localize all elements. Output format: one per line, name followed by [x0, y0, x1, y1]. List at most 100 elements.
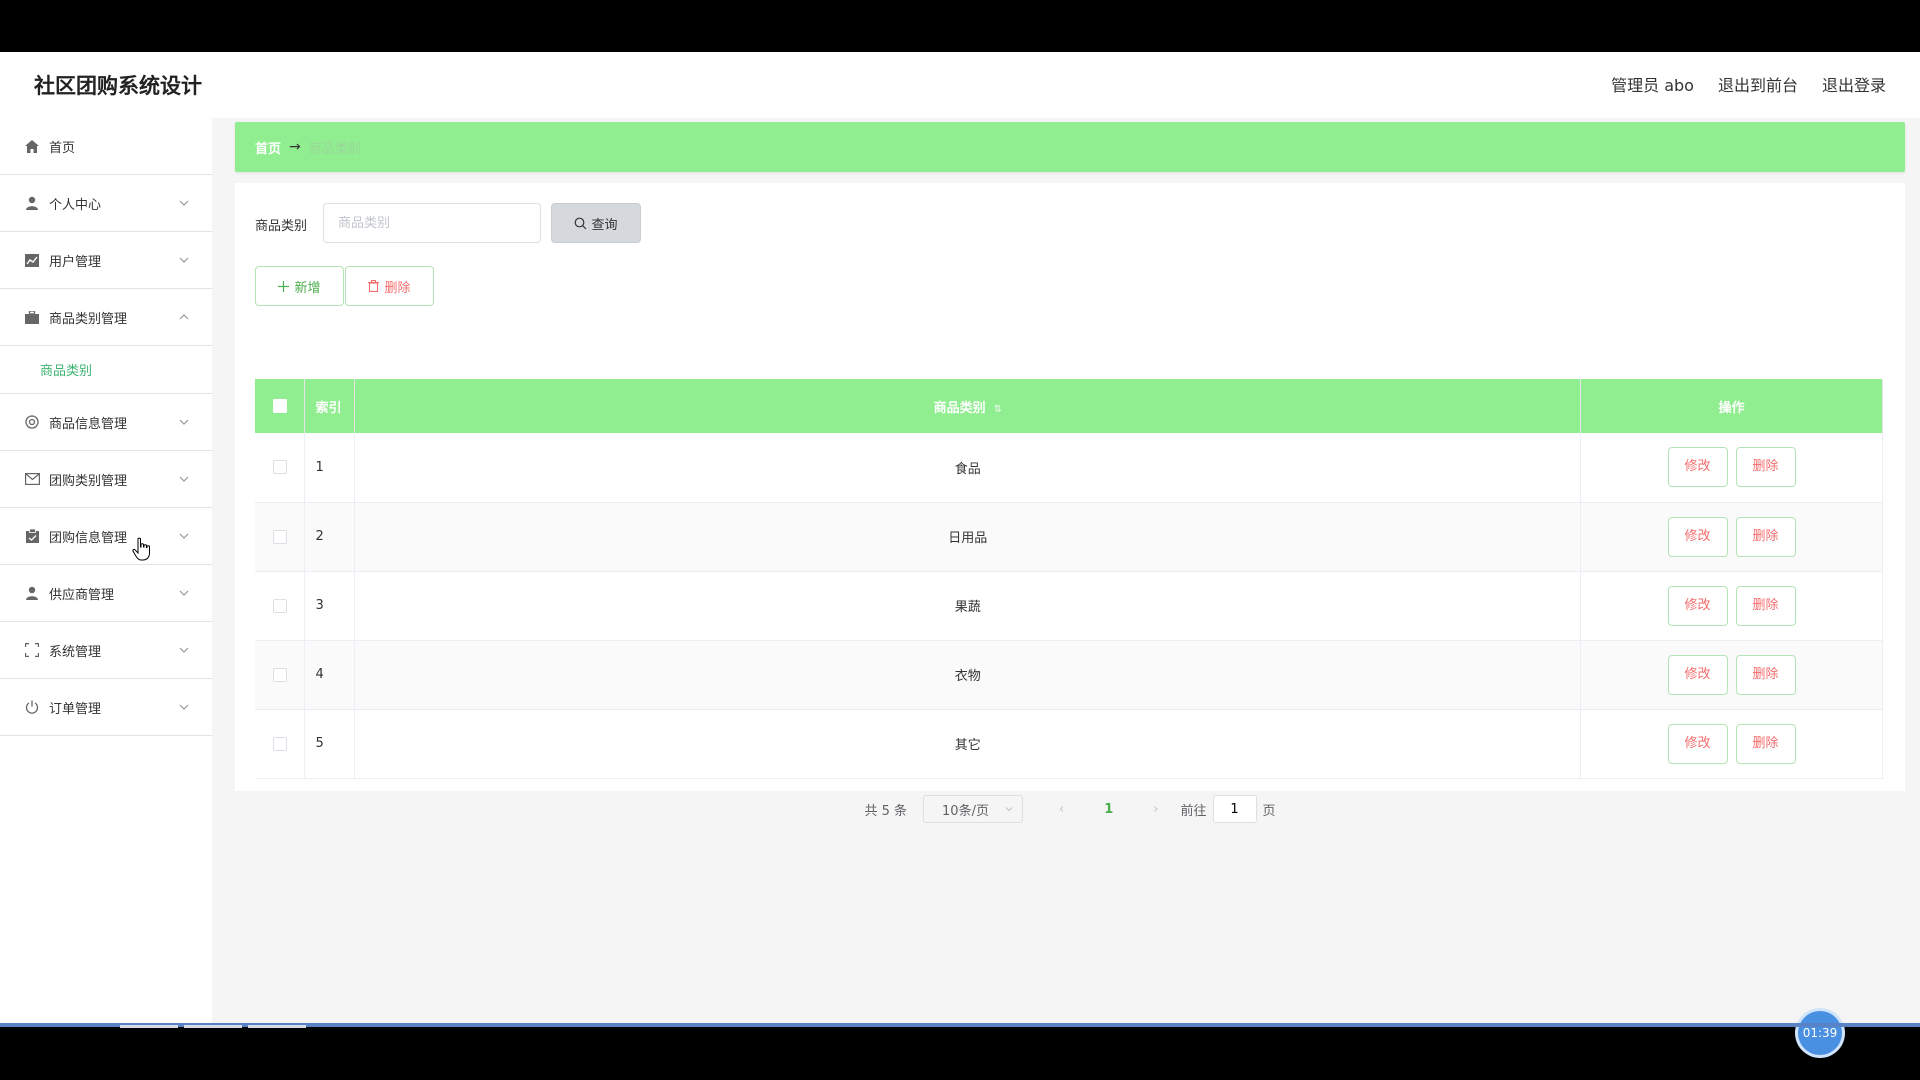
- top-header: 社区团购系统设计 管理员 abo 退出到前台 退出登录: [0, 52, 1920, 118]
- delete-button[interactable]: 删除: [1735, 585, 1796, 626]
- sidebar-item-label: 供应商管理: [49, 587, 115, 603]
- sidebar-item-orders[interactable]: 订单管理: [0, 679, 212, 736]
- row-checkbox[interactable]: [272, 667, 287, 682]
- category-table: 索引 商品类别 ⇅ 操作 1 食品 修改 删除 2 日用品 修改 删除 3 果蔬…: [255, 379, 1883, 779]
- chevron-down-icon: [179, 704, 189, 710]
- trash-icon: [368, 280, 380, 292]
- row-actions: 修改 删除: [1580, 502, 1883, 572]
- search-icon: [575, 217, 587, 229]
- edit-button[interactable]: 修改: [1667, 516, 1728, 557]
- sidebar-item-system[interactable]: 系统管理: [0, 622, 212, 679]
- column-header-category-label: 商品类别: [933, 400, 986, 416]
- edit-button[interactable]: 修改: [1667, 447, 1728, 488]
- sidebar-item-product-info[interactable]: 商品信息管理: [0, 394, 212, 451]
- delete-button[interactable]: 删除: [1735, 654, 1796, 695]
- next-page-button[interactable]: ›: [1153, 802, 1158, 817]
- row-checkbox[interactable]: [272, 736, 287, 751]
- table-row: 3 果蔬 修改 删除: [255, 571, 1883, 641]
- mail-icon: [24, 471, 40, 487]
- table-header-row: 索引 商品类别 ⇅ 操作: [255, 379, 1883, 433]
- sidebar-subitem-category[interactable]: 商品类别: [0, 346, 212, 394]
- breadcrumb: 首页 → 商品类别: [235, 122, 1905, 172]
- main-panel: 商品类别 查询 新增 删除 索引 商品类别 ⇅: [235, 183, 1905, 823]
- hand-cursor-icon: [132, 537, 150, 561]
- edit-button[interactable]: 修改: [1667, 654, 1728, 695]
- edit-button[interactable]: 修改: [1667, 585, 1728, 626]
- page-suffix: 页: [1262, 803, 1276, 819]
- taskbar-tab[interactable]: [120, 1025, 178, 1028]
- row-select-cell: [255, 709, 306, 779]
- column-header-category[interactable]: 商品类别 ⇅: [354, 379, 1582, 433]
- home-icon: [24, 138, 40, 154]
- sidebar-item-label: 系统管理: [49, 644, 102, 660]
- batch-delete-label: 删除: [384, 280, 411, 296]
- sidebar-item-category-management[interactable]: 商品类别管理: [0, 289, 212, 346]
- row-category: 果蔬: [354, 571, 1582, 641]
- breadcrumb-arrow: →: [289, 139, 301, 155]
- admin-user-link[interactable]: 管理员 abo: [1611, 72, 1694, 96]
- row-checkbox[interactable]: [272, 529, 287, 544]
- sidebar-item-label: 首页: [49, 140, 76, 156]
- user-icon: [24, 195, 40, 211]
- row-checkbox[interactable]: [272, 460, 287, 475]
- row-actions: 修改 删除: [1580, 433, 1883, 503]
- sidebar: 首页 个人中心 用户管理 商品类别管理 商品类别 商品信息管理 团购类别管理 团…: [0, 118, 212, 1025]
- sidebar-item-supplier[interactable]: 供应商管理: [0, 565, 212, 622]
- pagination-total: 共 5 条: [864, 803, 908, 819]
- add-button[interactable]: 新增: [255, 266, 344, 306]
- logout-link[interactable]: 退出登录: [1822, 72, 1886, 96]
- column-header-index: 索引: [304, 379, 356, 433]
- breadcrumb-home[interactable]: 首页: [255, 138, 281, 157]
- briefcase-icon: [24, 309, 40, 325]
- row-index: 1: [304, 433, 356, 503]
- prev-page-button[interactable]: ‹: [1059, 802, 1064, 817]
- sidebar-item-label: 个人中心: [49, 197, 102, 213]
- delete-button[interactable]: 删除: [1735, 723, 1796, 764]
- search-label: 商品类别: [255, 219, 308, 234]
- sidebar-item-user-management[interactable]: 用户管理: [0, 232, 212, 289]
- row-category: 衣物: [354, 640, 1582, 710]
- sidebar-item-label: 团购类别管理: [49, 473, 128, 489]
- sidebar-item-label: 团购信息管理: [49, 530, 128, 546]
- delete-button[interactable]: 删除: [1735, 447, 1796, 488]
- timer-badge[interactable]: 01:39: [1798, 1011, 1842, 1055]
- batch-delete-button[interactable]: 删除: [345, 266, 434, 306]
- delete-button[interactable]: 删除: [1735, 516, 1796, 557]
- goto-page-input[interactable]: [1212, 795, 1257, 823]
- chevron-down-icon: [1005, 807, 1013, 812]
- table-row: 4 衣物 修改 删除: [255, 640, 1883, 710]
- row-category: 其它: [354, 709, 1582, 779]
- sidebar-item-groupbuy-info[interactable]: 团购信息管理: [0, 508, 212, 565]
- row-index: 2: [304, 502, 356, 572]
- page-size-value: 10条/页: [942, 803, 989, 819]
- add-button-label: 新增: [294, 280, 321, 296]
- select-all-checkbox[interactable]: [272, 399, 287, 413]
- search-button[interactable]: 查询: [551, 203, 641, 243]
- chevron-down-icon: [179, 257, 189, 263]
- app-screen: 社区团购系统设计 管理员 abo 退出到前台 退出登录 首页 个人中心 用户管理…: [0, 52, 1920, 1055]
- sidebar-item-label: 订单管理: [49, 701, 102, 717]
- chevron-down-icon: [179, 200, 189, 206]
- taskbar-tab[interactable]: [248, 1025, 306, 1028]
- top-links: 管理员 abo 退出到前台 退出登录: [1611, 72, 1886, 96]
- sidebar-item-personal-center[interactable]: 个人中心: [0, 175, 212, 232]
- taskbar-tab[interactable]: [184, 1025, 242, 1028]
- row-index: 4: [304, 640, 356, 710]
- row-actions: 修改 删除: [1580, 571, 1883, 641]
- sidebar-item-groupbuy-category[interactable]: 团购类别管理: [0, 451, 212, 508]
- breadcrumb-current: 商品类别: [308, 141, 361, 157]
- category-search-input[interactable]: [323, 203, 541, 243]
- plus-icon: [278, 280, 290, 292]
- sort-icon[interactable]: ⇅: [994, 404, 1002, 415]
- page-number-current[interactable]: 1: [1104, 802, 1113, 817]
- column-header-actions: 操作: [1580, 379, 1883, 433]
- row-index: 3: [304, 571, 356, 641]
- row-select-cell: [255, 640, 306, 710]
- page-size-select[interactable]: 10条/页: [923, 795, 1024, 823]
- chevron-down-icon: [179, 647, 189, 653]
- edit-button[interactable]: 修改: [1667, 723, 1728, 764]
- sidebar-item-label: 用户管理: [49, 254, 102, 270]
- row-checkbox[interactable]: [272, 598, 287, 613]
- back-to-front-link[interactable]: 退出到前台: [1718, 72, 1798, 96]
- sidebar-item-home[interactable]: 首页: [0, 118, 212, 175]
